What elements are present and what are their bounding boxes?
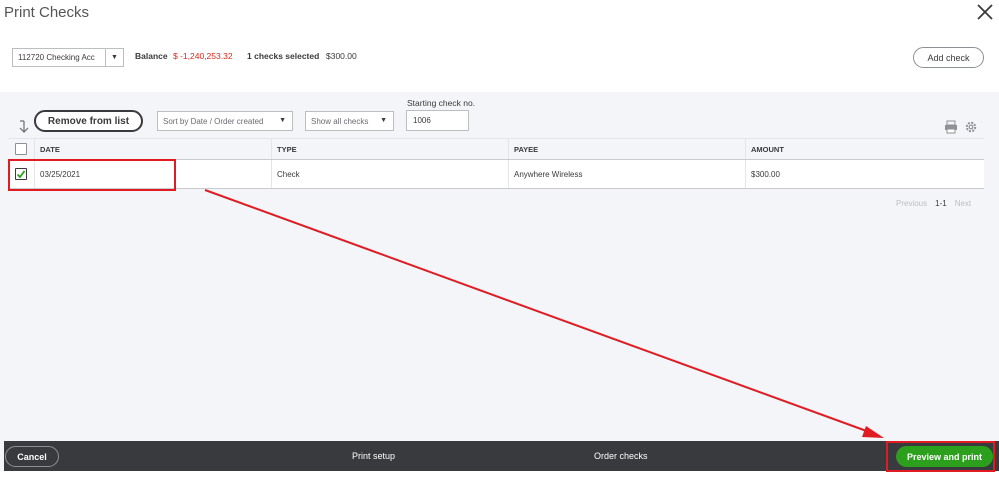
row-amount: $300.00	[751, 169, 780, 179]
sort-select-value: Sort by Date / Order created	[163, 116, 264, 126]
print-checks-dialog: Print Checks 112720 Checking Acc ▼ Balan…	[0, 0, 999, 480]
header-type[interactable]: TYPE	[272, 139, 509, 159]
sort-select[interactable]: Sort by Date / Order created ▼	[157, 111, 293, 131]
order-checks-link[interactable]: Order checks	[594, 451, 648, 461]
bottom-strip	[0, 471, 999, 480]
checkmark-icon	[16, 170, 26, 179]
account-select-value: 112720 Checking Acc	[18, 53, 95, 62]
filter-select[interactable]: Show all checks ▼	[305, 111, 394, 131]
preview-and-print-button[interactable]: Preview and print	[896, 446, 993, 467]
remove-from-list-button[interactable]: Remove from list	[34, 110, 143, 132]
gear-icon[interactable]	[964, 120, 978, 134]
sort-arrow-icon[interactable]	[18, 120, 30, 137]
starting-check-label: Starting check no.	[407, 98, 476, 108]
pager-range: 1-1	[935, 199, 947, 208]
dialog-header	[0, 0, 999, 92]
cancel-button[interactable]: Cancel	[5, 446, 59, 467]
filter-select-value: Show all checks	[311, 116, 369, 126]
print-setup-link[interactable]: Print setup	[352, 451, 395, 461]
row-payee: Anywhere Wireless	[509, 160, 746, 188]
account-select[interactable]: 112720 Checking Acc ▼	[12, 48, 124, 67]
pager-next[interactable]: Next	[955, 199, 971, 208]
balance-value: $ -1,240,253.32	[173, 51, 233, 61]
table-header: DATE TYPE PAYEE AMOUNT	[8, 138, 984, 160]
select-all-cell[interactable]	[8, 139, 35, 159]
header-payee[interactable]: PAYEE	[509, 139, 746, 159]
header-amount[interactable]: AMOUNT	[746, 139, 984, 159]
table-row[interactable]: 03/25/2021 Check Anywhere Wireless $300.…	[8, 160, 984, 189]
row-checkbox[interactable]	[15, 168, 27, 180]
dialog-title: Print Checks	[4, 4, 90, 21]
pager-previous[interactable]: Previous	[896, 199, 927, 208]
dialog-footer: Cancel Print setup Order checks Preview …	[4, 441, 999, 471]
chevron-down-icon: ▼	[380, 117, 387, 124]
starting-check-input[interactable]: 1006	[406, 110, 469, 131]
chevron-down-icon: ▼	[279, 117, 286, 124]
pagination: Previous 1-1 Next	[896, 199, 971, 208]
balance-label: Balance	[135, 51, 168, 61]
selected-amount: $300.00	[326, 51, 357, 61]
row-checkbox-cell[interactable]	[8, 160, 35, 188]
header-date[interactable]: DATE	[35, 139, 272, 159]
checks-table: DATE TYPE PAYEE AMOUNT 03/25/2021 Check …	[8, 138, 984, 189]
select-all-checkbox[interactable]	[15, 143, 27, 155]
row-type: Check	[272, 160, 509, 188]
chevron-down-icon: ▼	[105, 49, 123, 66]
add-check-button[interactable]: Add check	[913, 47, 984, 68]
close-icon[interactable]	[975, 2, 995, 22]
printer-icon[interactable]	[944, 120, 958, 134]
row-date: 03/25/2021	[35, 160, 272, 188]
selected-count: 1 checks selected	[247, 51, 320, 61]
